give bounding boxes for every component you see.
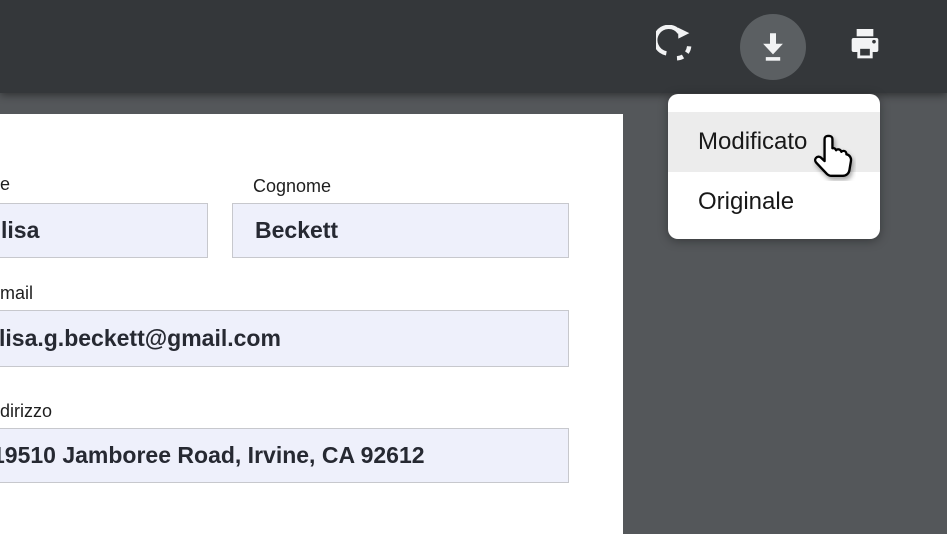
address-field[interactable]: 19510 Jamboree Road, Irvine, CA 92612	[0, 428, 569, 483]
pdf-toolbar	[0, 0, 947, 93]
first-name-value: lisa	[0, 217, 39, 244]
menu-item-original[interactable]: Originale	[668, 172, 880, 232]
download-button[interactable]	[740, 14, 806, 80]
download-menu: Modificato Originale	[668, 94, 880, 239]
email-label: mail	[0, 283, 33, 304]
email-field[interactable]: lisa.g.beckett@gmail.com	[0, 310, 569, 367]
download-icon	[755, 28, 791, 67]
print-button[interactable]	[841, 21, 889, 69]
last-name-label: Cognome	[253, 176, 331, 197]
last-name-field[interactable]: Beckett	[232, 203, 569, 258]
first-name-field[interactable]: lisa	[0, 203, 208, 258]
print-icon	[845, 24, 885, 67]
rotate-button[interactable]	[652, 22, 700, 70]
rotate-clockwise-icon	[656, 25, 696, 68]
email-value: lisa.g.beckett@gmail.com	[0, 325, 281, 352]
pdf-viewer-window: { "colors": { "toolbar-bg": "#34373a", "…	[0, 0, 947, 532]
last-name-value: Beckett	[233, 217, 338, 244]
first-name-label: e	[0, 174, 10, 195]
address-label: dirizzo	[0, 401, 52, 422]
address-value: 19510 Jamboree Road, Irvine, CA 92612	[0, 442, 425, 469]
menu-item-modified[interactable]: Modificato	[668, 112, 880, 172]
